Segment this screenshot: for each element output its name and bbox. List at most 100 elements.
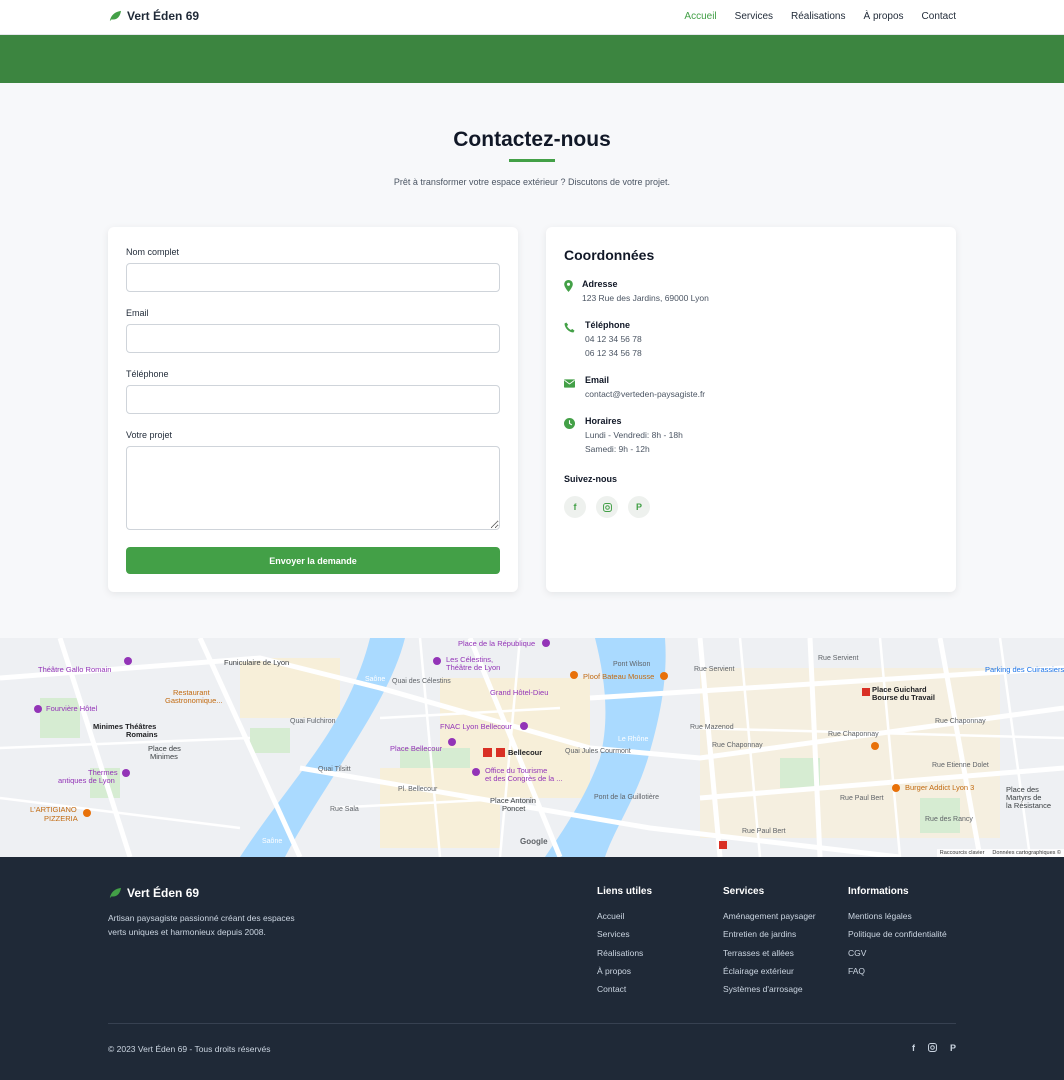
map-label-rue-chaponnay: Rue Chaponnay — [712, 742, 763, 749]
map-label-quai-tilsitt: Quai Tilsitt — [318, 766, 351, 773]
footer-col-informations-title: Informations — [848, 886, 909, 897]
hours-weekdays: Lundi - Vendredi: 8h - 18h — [585, 430, 683, 440]
map-shortcuts-link[interactable]: Raccourcis clavier — [940, 850, 985, 856]
map-label-place-republique: Place de la République — [458, 639, 536, 648]
nav-link-accueil[interactable]: Accueil — [684, 11, 716, 22]
name-input[interactable] — [126, 263, 500, 292]
contact-info-card: Coordonnées Adresse 123 Rue des Jardins,… — [546, 227, 956, 592]
map-label-rue-sala: Rue Sala — [330, 806, 359, 813]
footer-link-entretien[interactable]: Entretien de jardins — [723, 925, 816, 943]
contact-heading: Contactez-nous Prêt à transformer votre … — [0, 128, 1064, 187]
footer-col-informations: Informations Mentions légales Politique … — [848, 886, 947, 980]
address-row: Adresse 123 Rue des Jardins, 69000 Lyon — [564, 278, 709, 305]
location-map[interactable]: Place de la République Théâtre Gallo Rom… — [0, 638, 1064, 857]
map-attribution: Raccourcis clavier Données cartographiqu… — [936, 849, 1064, 857]
phone-value-1[interactable]: 04 12 34 56 78 — [585, 332, 642, 346]
footer-link-cgv[interactable]: CGV — [848, 944, 947, 962]
map-label-rue-servient: Rue Servient — [694, 666, 735, 673]
map-label-burger: Burger Addict Lyon 3 — [905, 783, 975, 792]
facebook-icon[interactable]: f — [564, 496, 586, 518]
nav-link-contact[interactable]: Contact — [922, 11, 956, 22]
map-label-bourse: Bourse du Travail — [872, 693, 935, 702]
map-label-minimes-2: Romains — [126, 730, 158, 739]
footer-brand-name: Vert Éden 69 — [127, 886, 200, 900]
map-label-fnac: FNAC Lyon Bellecour — [440, 722, 512, 731]
brand-logo[interactable]: Vert Éden 69 — [108, 9, 199, 23]
nav-links: Accueil Services Réalisations À propos C… — [684, 11, 956, 22]
project-textarea[interactable] — [126, 446, 500, 530]
map-label-rhone: Le Rhône — [618, 736, 649, 743]
footer-link-faq[interactable]: FAQ — [848, 962, 947, 980]
map-label-place-minimes-2: Minimes — [150, 752, 178, 761]
map-pin-icon — [564, 278, 582, 305]
map-label-rue-dolet: Rue Etienne Dolet — [932, 762, 989, 769]
phone-label: Téléphone — [126, 369, 169, 379]
map-label-artigiano: L'ARTIGIANO — [30, 805, 77, 814]
footer-link-mentions[interactable]: Mentions légales — [848, 907, 947, 925]
nav-link-realisations[interactable]: Réalisations — [791, 11, 845, 22]
map-label-office-2: et des Congrès de la ... — [485, 774, 563, 783]
footer-link-terrasses[interactable]: Terrasses et allées — [723, 944, 816, 962]
info-title: Coordonnées — [564, 247, 655, 263]
map-label-martyrs-3: la Résistance — [1006, 801, 1052, 810]
map-label-pl-bellecour: Pl. Bellecour — [398, 786, 438, 793]
map-label-quai-celestins: Quai des Célestins — [392, 678, 451, 685]
brand-name: Vert Éden 69 — [127, 9, 200, 23]
footer-link-accueil[interactable]: Accueil — [597, 907, 652, 925]
footer-brand[interactable]: Vert Éden 69 — [108, 886, 199, 900]
map-label-grand-hotel: Grand Hôtel-Dieu — [490, 688, 549, 697]
email-row: Email contact@verteden-paysagiste.fr — [564, 374, 705, 401]
map-label-pont-guillotiere: Pont de la Guillotière — [594, 794, 659, 801]
map-label-rue-chaponnay-3: Rue Chaponnay — [935, 718, 986, 725]
map-label-place-antonin-2: Poncet — [502, 804, 526, 813]
email-input[interactable] — [126, 324, 500, 353]
envelope-icon — [564, 374, 585, 401]
map-label-rue-chaponnay-2: Rue Chaponnay — [828, 731, 879, 738]
map-label-artigiano-2: PIZZERIA — [44, 814, 78, 823]
footer-link-services[interactable]: Services — [597, 925, 652, 943]
phone-label: Téléphone — [585, 320, 631, 330]
phone-input[interactable] — [126, 385, 500, 414]
hours-label: Horaires — [585, 416, 622, 426]
footer-copyright: © 2023 Vert Éden 69 - Tous droits réserv… — [108, 1044, 271, 1054]
footer-divider — [108, 1023, 956, 1024]
map-label-saone: Saône — [365, 676, 386, 683]
name-label: Nom complet — [126, 247, 180, 257]
map-label-place-bellecour: Place Bellecour — [390, 744, 443, 753]
leaf-icon — [109, 887, 121, 899]
phone-row: Téléphone 04 12 34 56 78 06 12 34 56 78 — [564, 319, 642, 360]
instagram-icon[interactable] — [928, 1043, 937, 1054]
phone-value-2[interactable]: 06 12 34 56 78 — [585, 346, 642, 360]
page-title: Contactez-nous — [453, 128, 611, 151]
map-label-bellecour: Bellecour — [508, 748, 543, 757]
facebook-icon[interactable]: f — [912, 1043, 915, 1054]
nav-link-a-propos[interactable]: À propos — [864, 11, 904, 22]
hours-saturday: Samedi: 9h - 12h — [585, 444, 650, 454]
footer-link-confidentialite[interactable]: Politique de confidentialité — [848, 925, 947, 943]
footer-link-a-propos[interactable]: À propos — [597, 962, 652, 980]
nav-link-services[interactable]: Services — [735, 11, 773, 22]
submit-button[interactable]: Envoyer la demande — [126, 547, 500, 574]
footer-link-amenagement[interactable]: Aménagement paysager — [723, 907, 816, 925]
footer-link-realisations[interactable]: Réalisations — [597, 944, 652, 962]
email-label: Email — [585, 375, 610, 385]
map-label-rue-mazenod: Rue Mazenod — [690, 724, 734, 731]
hours-row: Horaires Lundi - Vendredi: 8h - 18h Same… — [564, 415, 683, 456]
map-label-quai-jules: Quai Jules Courmont — [565, 748, 631, 755]
site-footer: Vert Éden 69 Artisan paysagiste passionn… — [0, 857, 1064, 1080]
title-underline — [509, 159, 555, 162]
page-subtitle: Prêt à transformer votre espace extérieu… — [393, 177, 671, 187]
contact-form-card: Nom complet Email Téléphone Votre projet… — [108, 227, 518, 592]
pinterest-icon[interactable]: P — [628, 496, 650, 518]
footer-link-arrosage[interactable]: Systèmes d'arrosage — [723, 980, 816, 998]
map-label-rue-paul-bert: Rue Paul Bert — [742, 828, 786, 835]
footer-link-contact[interactable]: Contact — [597, 980, 652, 998]
instagram-icon[interactable] — [596, 496, 618, 518]
email-value[interactable]: contact@verteden-paysagiste.fr — [585, 387, 705, 401]
footer-col-services-title: Services — [723, 886, 765, 897]
footer-link-eclairage[interactable]: Éclairage extérieur — [723, 962, 816, 980]
pinterest-icon[interactable]: P — [950, 1043, 956, 1054]
map-data-credit[interactable]: Données cartographiques © — [992, 850, 1061, 856]
map-label-thermes-2: antiques de Lyon — [58, 776, 115, 785]
map-label-rue-paul-bert-2: Rue Paul Bert — [840, 795, 884, 802]
